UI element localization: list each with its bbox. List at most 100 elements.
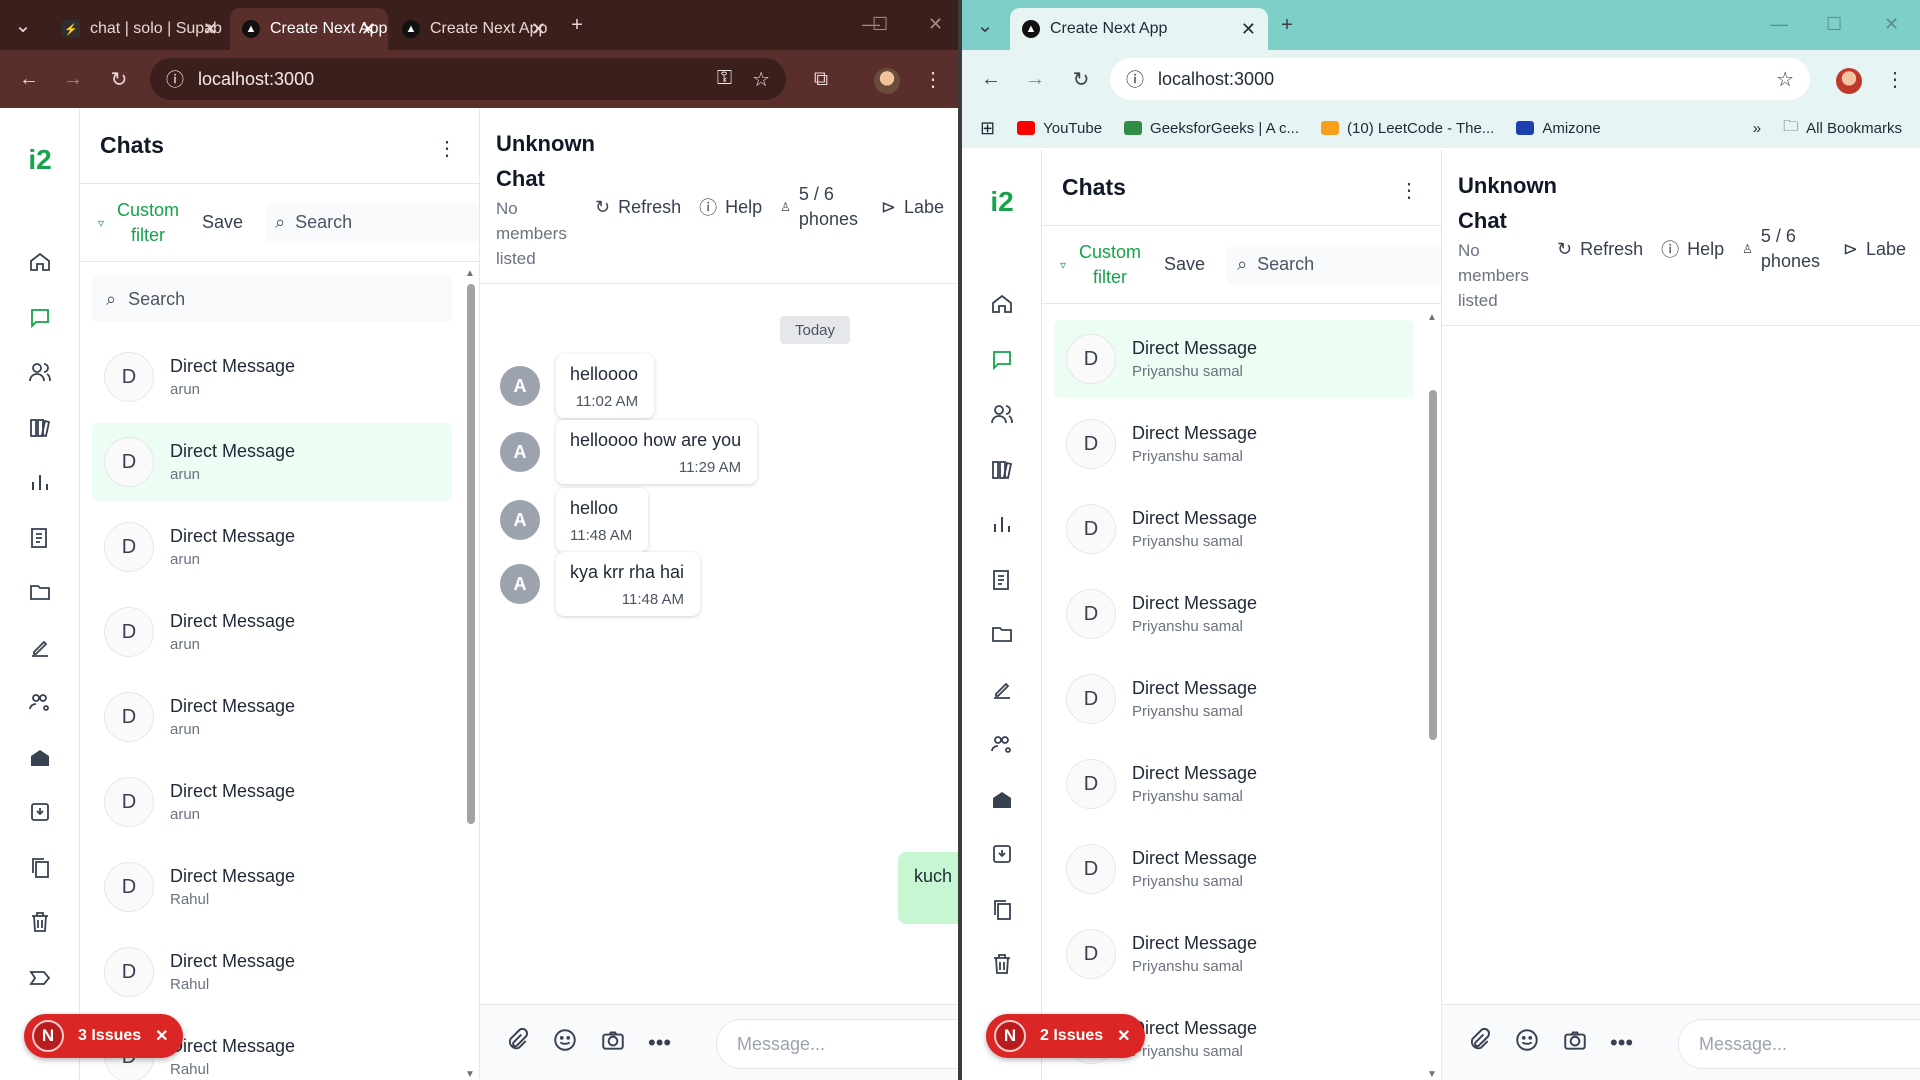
custom-filter-button[interactable]: ▿ Custom filter: [1060, 240, 1146, 290]
chat-list-item[interactable]: D Direct Message Rahul: [92, 848, 452, 926]
more-icon[interactable]: •••: [648, 1030, 671, 1056]
chat-list-scrollbar[interactable]: ▲ ▼: [1427, 312, 1437, 1080]
close-tab-icon[interactable]: ✕: [531, 19, 546, 40]
close-window-icon[interactable]: ✕: [928, 14, 943, 35]
scroll-up-arrow[interactable]: ▲: [465, 268, 475, 279]
tab-supabase[interactable]: ⚡ chat | solo | Supab ✕: [50, 8, 230, 50]
filter-search-input[interactable]: ⌕ Search: [265, 202, 479, 243]
profile-avatar[interactable]: [1834, 66, 1864, 96]
close-icon[interactable]: ✕: [155, 1026, 168, 1046]
team-settings-icon[interactable]: [24, 686, 56, 718]
forward-icon[interactable]: →: [58, 64, 88, 94]
chat-list-item[interactable]: D Direct Message Priyanshu samal: [1054, 915, 1414, 993]
save-button[interactable]: Save: [202, 212, 243, 233]
more-options-icon[interactable]: ⋮: [437, 136, 457, 161]
issues-badge[interactable]: N 2 Issues ✕: [986, 1014, 1145, 1058]
refresh-button[interactable]: ↻ Refresh: [595, 197, 681, 218]
archive-icon[interactable]: [24, 796, 56, 828]
label-icon[interactable]: [24, 962, 56, 994]
tab-search-icon[interactable]: ⌄: [8, 10, 38, 40]
emoji-icon[interactable]: [552, 1027, 578, 1058]
document-icon[interactable]: [986, 564, 1018, 596]
new-tab-icon[interactable]: +: [1272, 10, 1302, 40]
help-button[interactable]: ⓘ Help: [699, 194, 762, 220]
camera-icon[interactable]: [1562, 1027, 1588, 1058]
chat-list-item[interactable]: D Direct Message Priyanshu samal: [1054, 660, 1414, 738]
scroll-down-arrow[interactable]: ▼: [1427, 1069, 1437, 1080]
scroll-up-arrow[interactable]: ▲: [1427, 312, 1437, 323]
books-icon[interactable]: [24, 412, 56, 444]
extensions-icon[interactable]: ⧉: [806, 64, 836, 94]
chat-list-item[interactable]: D Direct Message Priyanshu samal: [1054, 745, 1414, 823]
camera-icon[interactable]: [600, 1027, 626, 1058]
bookmark-leetcode[interactable]: (10) LeetCode - The...: [1321, 120, 1494, 137]
close-tab-icon[interactable]: ✕: [361, 19, 376, 40]
emoji-icon[interactable]: [1514, 1027, 1540, 1058]
forward-icon[interactable]: →: [1020, 64, 1050, 94]
minimize-icon[interactable]: —: [1770, 14, 1788, 35]
back-icon[interactable]: ←: [14, 64, 44, 94]
folder-icon[interactable]: [24, 576, 56, 608]
chat-list-item[interactable]: D Direct Message arun: [92, 508, 452, 586]
chat-list-item[interactable]: D Direct Message arun: [92, 338, 452, 416]
reload-icon[interactable]: ↻: [104, 64, 134, 94]
restore-icon[interactable]: ☐: [872, 14, 888, 35]
trash-icon[interactable]: [24, 906, 56, 938]
scrollbar-thumb[interactable]: [467, 284, 475, 824]
scroll-down-arrow[interactable]: ▼: [465, 1069, 475, 1080]
tab-create-next-app-active[interactable]: ▲ Create Next App ✕: [1010, 8, 1268, 50]
all-bookmarks-button[interactable]: 🗀 All Bookmarks: [1783, 116, 1902, 141]
address-bar[interactable]: ⓘ localhost:3000 ☆: [1110, 58, 1810, 100]
copy-icon[interactable]: [986, 894, 1018, 926]
close-tab-icon[interactable]: ✕: [203, 19, 218, 40]
message-input[interactable]: Message...: [716, 1019, 960, 1069]
home-icon[interactable]: [986, 288, 1018, 320]
archive-icon[interactable]: [986, 838, 1018, 870]
bookmark-star-icon[interactable]: ☆: [752, 67, 770, 92]
bar-chart-icon[interactable]: [986, 508, 1018, 540]
save-button[interactable]: Save: [1164, 254, 1205, 275]
close-icon[interactable]: ✕: [1117, 1026, 1130, 1046]
reload-icon[interactable]: ↻: [1066, 64, 1096, 94]
more-bookmarks-icon[interactable]: »: [1753, 120, 1761, 137]
site-info-icon[interactable]: ⓘ: [1126, 66, 1144, 92]
custom-filter-button[interactable]: ▿ Custom filter: [98, 198, 184, 248]
chat-list-item[interactable]: D Direct Message Rahul: [92, 933, 452, 1011]
label-button[interactable]: ⊳ Labe: [881, 197, 944, 218]
close-tab-icon[interactable]: ✕: [1241, 19, 1256, 40]
attach-icon[interactable]: [1466, 1027, 1492, 1058]
close-window-icon[interactable]: ✕: [1884, 14, 1899, 35]
copy-icon[interactable]: [24, 852, 56, 884]
refresh-button[interactable]: ↻ Refresh: [1557, 239, 1643, 260]
profile-avatar[interactable]: [872, 66, 902, 96]
chat-list-item[interactable]: D Direct Message Priyanshu samal: [1054, 575, 1414, 653]
bookmark-youtube[interactable]: YouTube: [1017, 120, 1102, 137]
help-button[interactable]: ⓘ Help: [1661, 236, 1724, 262]
more-icon[interactable]: •••: [1610, 1030, 1633, 1056]
tab-create-next-app-active[interactable]: ▲ Create Next App ✕: [230, 8, 388, 50]
bookmark-amizone[interactable]: Amizone: [1516, 120, 1601, 137]
chat-list-item[interactable]: D Direct Message arun: [92, 678, 452, 756]
users-icon[interactable]: [986, 398, 1018, 430]
phones-indicator[interactable]: ♙ 5 / 6 phones: [780, 182, 863, 232]
filter-search-input[interactable]: ⌕ Search: [1227, 244, 1441, 285]
scrollbar-thumb[interactable]: [1429, 390, 1437, 740]
pen-icon[interactable]: [24, 632, 56, 664]
chat-list-item[interactable]: D Direct Message Priyanshu samal: [1054, 830, 1414, 908]
tab-search-icon[interactable]: ⌄: [970, 10, 1000, 40]
label-button[interactable]: ⊳ Labe: [1843, 239, 1906, 260]
bookmark-star-icon[interactable]: ☆: [1776, 67, 1794, 92]
chat-list-item[interactable]: D Direct Message arun: [92, 423, 452, 501]
phones-indicator[interactable]: ♙ 5 / 6 phones: [1742, 224, 1825, 274]
more-options-icon[interactable]: ⋮: [1399, 178, 1419, 203]
team-settings-icon[interactable]: [986, 728, 1018, 760]
chat-list-item[interactable]: D Direct Message arun: [92, 593, 452, 671]
back-icon[interactable]: ←: [976, 64, 1006, 94]
pen-icon[interactable]: [986, 674, 1018, 706]
books-icon[interactable]: [986, 454, 1018, 486]
restore-icon[interactable]: ☐: [1826, 14, 1842, 35]
tab-create-next-app[interactable]: ▲ Create Next App ✕: [390, 8, 558, 50]
chat-list-item[interactable]: D Direct Message Priyanshu samal: [1054, 320, 1414, 398]
users-icon[interactable]: [24, 356, 56, 388]
chat-icon[interactable]: [24, 302, 56, 334]
